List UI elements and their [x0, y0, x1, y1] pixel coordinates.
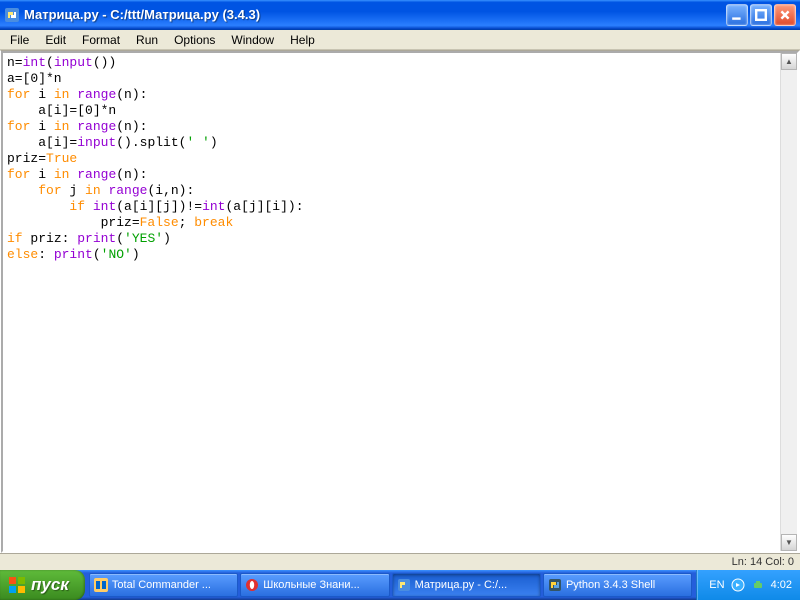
windows-logo-icon	[8, 576, 26, 594]
safely-remove-icon[interactable]	[751, 578, 765, 592]
python-file-icon	[397, 578, 411, 592]
menu-bar: File Edit Format Run Options Window Help	[0, 30, 800, 50]
cursor-position: Ln: 14 Col: 0	[732, 556, 794, 568]
task-label: Матрица.py - C:/...	[415, 579, 508, 591]
task-label: Школьные Знани...	[263, 579, 359, 591]
taskbar-tasks: Total Commander ... Школьные Знани... Ма…	[85, 570, 696, 600]
start-button[interactable]: пуск	[0, 570, 85, 600]
minimize-button[interactable]	[726, 4, 748, 26]
menu-options[interactable]: Options	[166, 31, 223, 49]
scroll-down-button[interactable]: ▼	[781, 534, 797, 551]
status-bar: Ln: 14 Col: 0	[0, 553, 800, 570]
code-editor[interactable]: n=int(input()) a=[0]*n for i in range(n)…	[0, 50, 800, 553]
task-label: Python 3.4.3 Shell	[566, 579, 655, 591]
task-label: Total Commander ...	[112, 579, 211, 591]
taskbar-item-idle-editor[interactable]: Матрица.py - C:/...	[392, 573, 541, 597]
close-button[interactable]	[774, 4, 796, 26]
language-indicator[interactable]: EN	[709, 579, 724, 591]
opera-icon	[245, 578, 259, 592]
python-icon	[548, 578, 562, 592]
taskbar: пуск Total Commander ... Школьные Знани.…	[0, 570, 800, 600]
maximize-button[interactable]	[750, 4, 772, 26]
menu-file[interactable]: File	[2, 31, 37, 49]
taskbar-item-python-shell[interactable]: Python 3.4.3 Shell	[543, 573, 692, 597]
tray-clock[interactable]: 4:02	[771, 579, 792, 591]
scroll-up-button[interactable]: ▲	[781, 53, 797, 70]
start-label: пуск	[31, 575, 69, 595]
vertical-scrollbar[interactable]: ▲ ▼	[780, 53, 797, 551]
menu-format[interactable]: Format	[74, 31, 128, 49]
app-icon	[4, 7, 20, 23]
window-titlebar: Матрица.py - C:/ttt/Матрица.py (3.4.3)	[0, 0, 800, 30]
tray-hide-icon[interactable]	[731, 578, 745, 592]
menu-run[interactable]: Run	[128, 31, 166, 49]
taskbar-item-browser[interactable]: Школьные Знани...	[240, 573, 389, 597]
taskbar-item-totalcommander[interactable]: Total Commander ...	[89, 573, 238, 597]
code-content[interactable]: n=int(input()) a=[0]*n for i in range(n)…	[3, 53, 797, 265]
app-icon	[94, 578, 108, 592]
menu-help[interactable]: Help	[282, 31, 323, 49]
menu-edit[interactable]: Edit	[37, 31, 74, 49]
window-title: Матрица.py - C:/ttt/Матрица.py (3.4.3)	[24, 7, 726, 22]
menu-window[interactable]: Window	[223, 31, 282, 49]
system-tray[interactable]: EN 4:02	[696, 570, 800, 600]
